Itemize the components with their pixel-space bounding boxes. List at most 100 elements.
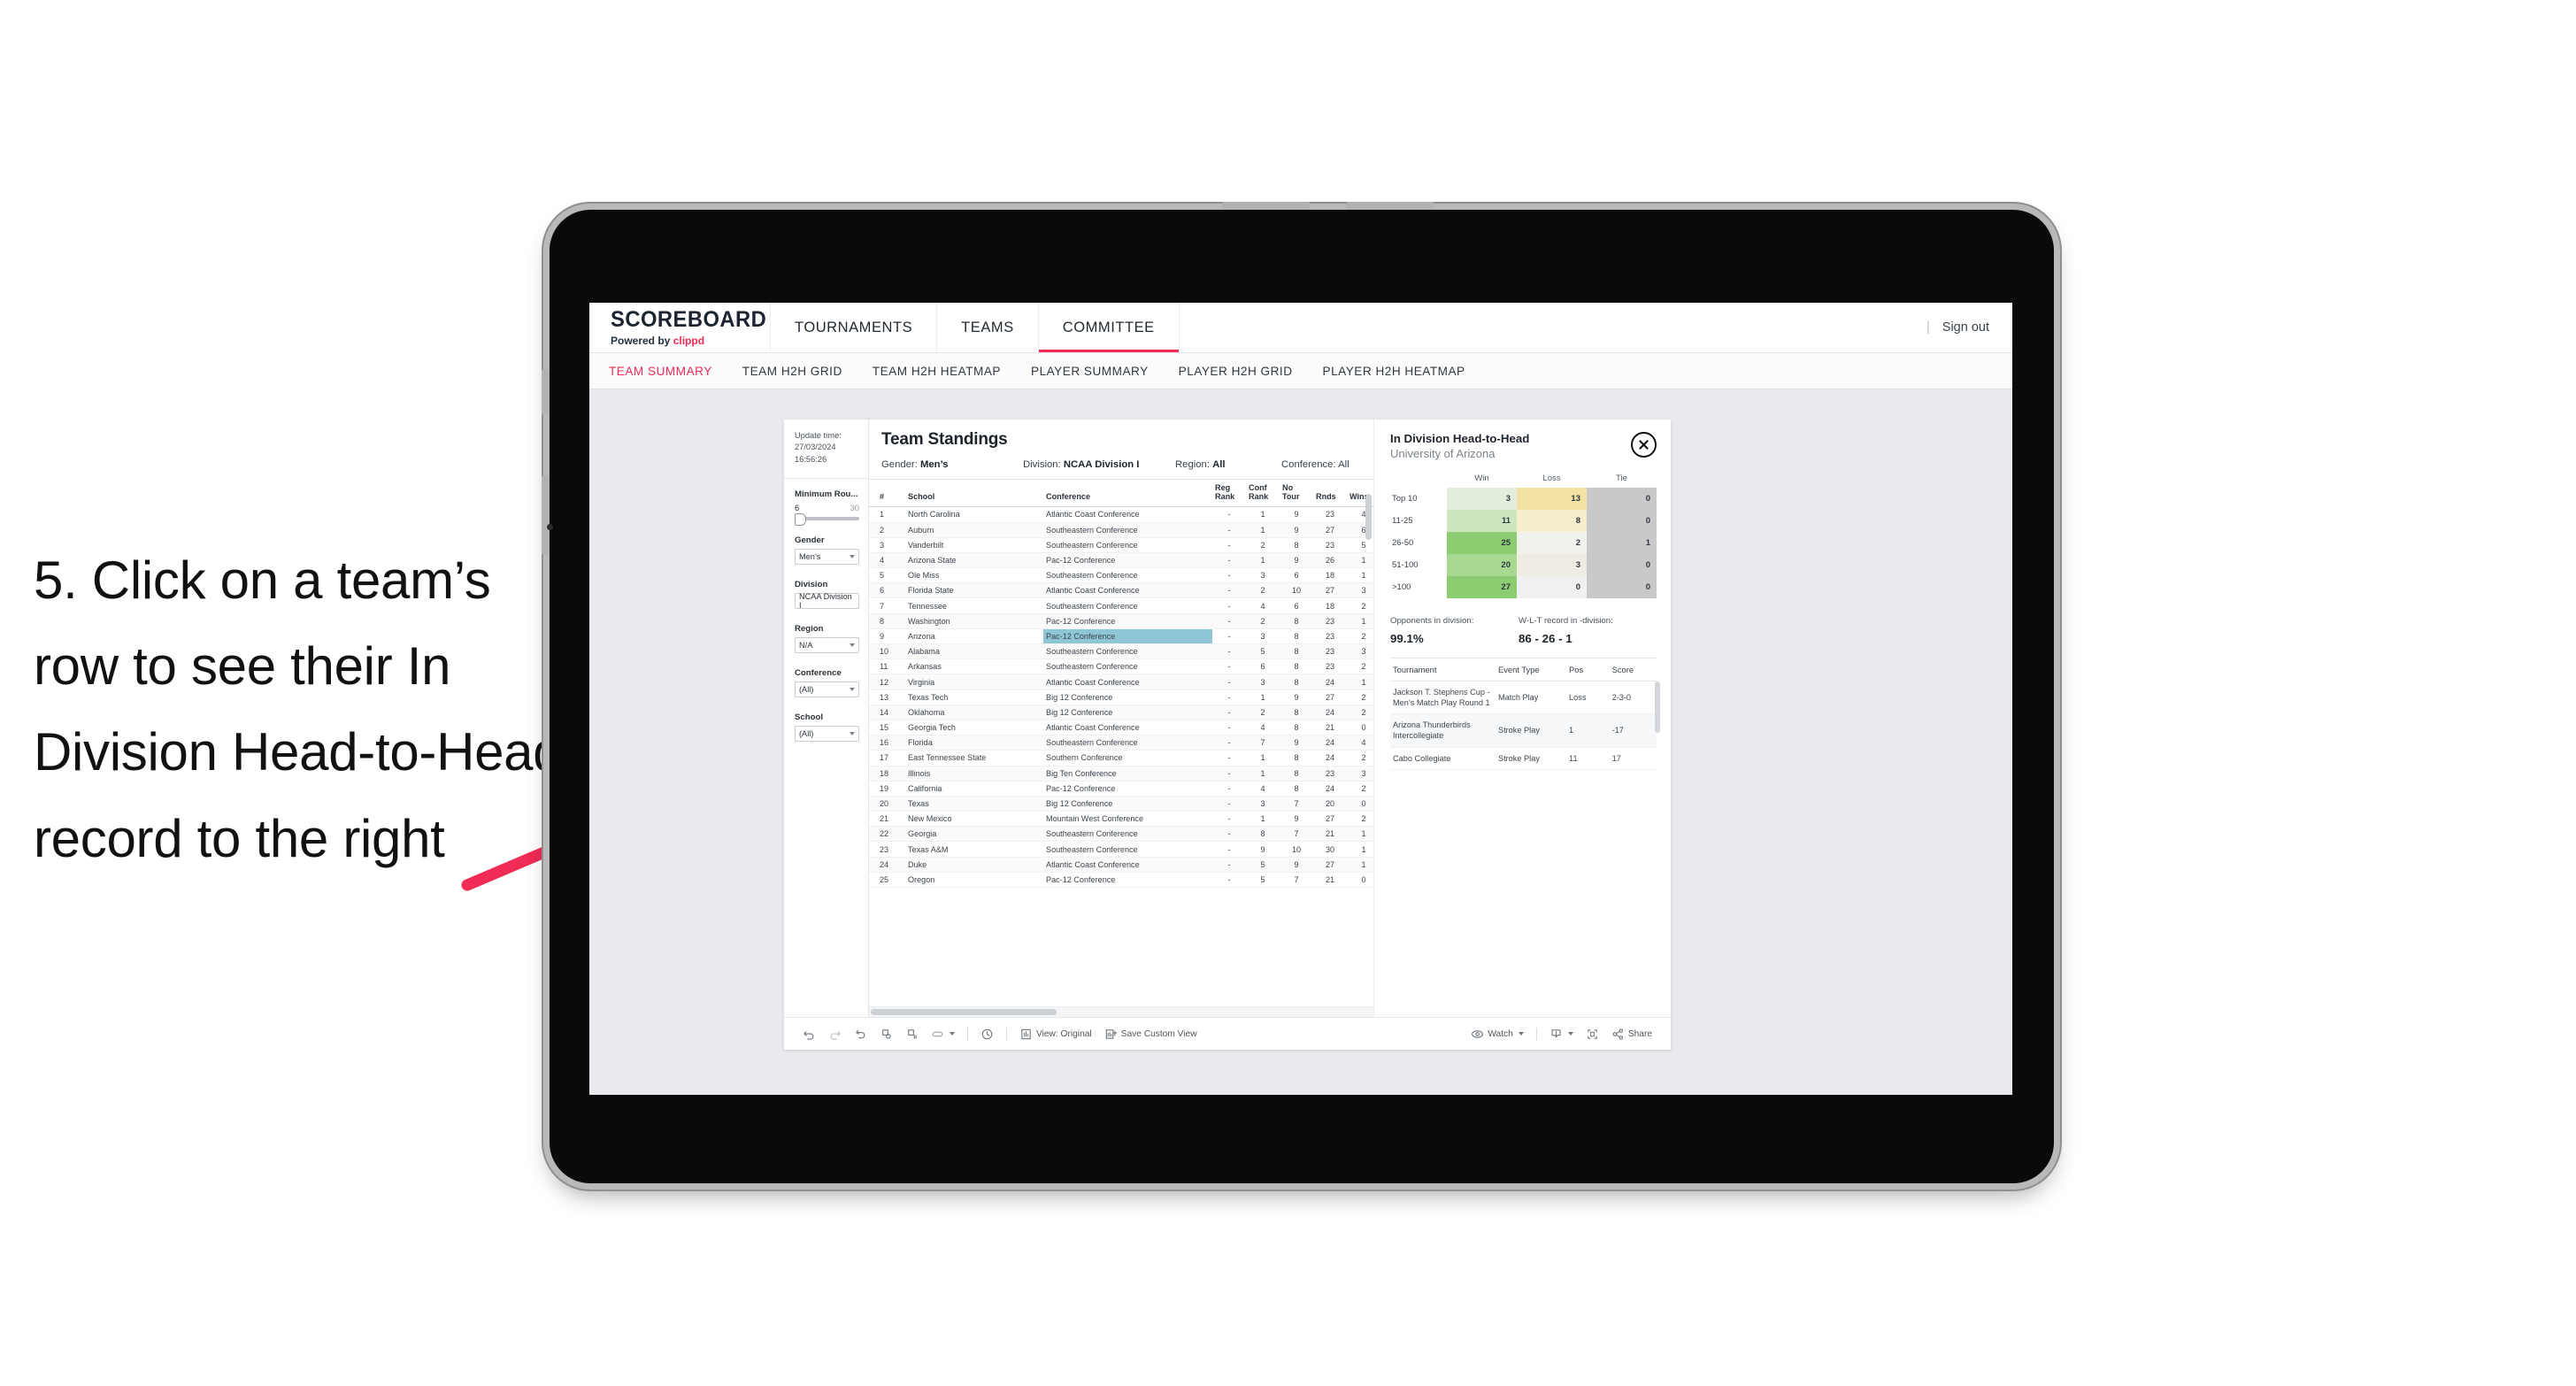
table-row[interactable]: 15 Georgia Tech Atlantic Coast Conference -… bbox=[869, 720, 1373, 736]
gender-select[interactable]: Men’s bbox=[795, 549, 859, 566]
watch-button[interactable]: Watch bbox=[1465, 1022, 1530, 1045]
pause-updates-icon[interactable] bbox=[899, 1022, 925, 1045]
table-row[interactable]: 10 Alabama Southeastern Conference -5 8 23 3 bbox=[869, 643, 1373, 660]
sign-out-link[interactable]: Sign out bbox=[1942, 320, 1989, 335]
table-row[interactable]: 14 Oklahoma Big 12 Conference -2 8 24 2 bbox=[869, 705, 1373, 720]
list-item[interactable]: Arizona Thunderbirds Intercollegiate Stro… bbox=[1390, 713, 1657, 748]
brand-tagline: Powered by clippd bbox=[611, 335, 770, 347]
cell-conference: Atlantic Coast Conference bbox=[1043, 857, 1212, 873]
nav-tab-teams[interactable]: TEAMS bbox=[937, 303, 1039, 352]
cell-school: Arizona State bbox=[905, 552, 1043, 569]
table-row[interactable]: 7 Tennessee Southeastern Conference -4 6 18 2 bbox=[869, 597, 1373, 614]
tournament-table-wrapper: Tournament Event Type Pos Score Jackson … bbox=[1390, 658, 1660, 770]
table-row[interactable]: 18 Illinois Big Ten Conference -1 8 23 3 bbox=[869, 766, 1373, 782]
table-row[interactable]: 4 Arizona State Pac-12 Conference -1 9 26 1 bbox=[869, 552, 1373, 569]
cell-school: Oregon bbox=[905, 872, 1043, 889]
table-row[interactable]: 8 Washington Pac-12 Conference -2 8 23 1 bbox=[869, 613, 1373, 629]
subnav-team-h2h-heatmap[interactable]: TEAM H2H HEATMAP bbox=[873, 365, 1001, 378]
tournament-scrollbar[interactable] bbox=[1655, 681, 1660, 733]
region-select[interactable]: N/A bbox=[795, 637, 859, 654]
subnav-team-h2h-grid[interactable]: TEAM H2H GRID bbox=[742, 365, 842, 378]
table-row[interactable]: 3 Vanderbilt Southeastern Conference -2 8 23 5 bbox=[869, 537, 1373, 553]
table-row[interactable]: 24 Duke Atlantic Coast Conference -5 9 27 1 bbox=[869, 857, 1373, 873]
table-row[interactable]: 11 Arkansas Southeastern Conference -6 8 23 2 bbox=[869, 658, 1373, 675]
cell-school: Washington bbox=[905, 613, 1043, 629]
subnav-player-h2h-heatmap[interactable]: PLAYER H2H HEATMAP bbox=[1323, 365, 1465, 378]
cell-rnds: 21 bbox=[1313, 720, 1347, 736]
meta-region-label: Region: bbox=[1175, 459, 1210, 470]
save-custom-view-button[interactable]: Save Custom View bbox=[1098, 1022, 1203, 1045]
table-row[interactable]: 21 New Mexico Mountain West Conference -1 9 2… bbox=[869, 811, 1373, 828]
revert-icon[interactable] bbox=[848, 1022, 873, 1045]
clock-icon[interactable] bbox=[974, 1022, 1000, 1045]
table-row[interactable]: 1 North Carolina Atlantic Coast Conference… bbox=[869, 506, 1373, 523]
table-row[interactable]: 13 Texas Tech Big 12 Conference -1 9 27 2 bbox=[869, 689, 1373, 705]
col-school[interactable]: School bbox=[905, 480, 1043, 508]
share-button[interactable]: Share bbox=[1605, 1022, 1658, 1045]
standings-horizontal-scrollbar[interactable] bbox=[869, 1006, 1373, 1017]
cell-conference: Mountain West Conference bbox=[1043, 811, 1212, 828]
refresh-data-icon[interactable] bbox=[873, 1022, 899, 1045]
sheet-body: Update time: 27/03/2024 16:56:26 Minimum… bbox=[784, 420, 1671, 1017]
download-icon[interactable] bbox=[1543, 1022, 1580, 1045]
chevron-down-icon[interactable] bbox=[950, 1032, 955, 1036]
heatmap-thead: Win Loss Tie bbox=[1390, 473, 1657, 488]
col-no-tour[interactable]: No Tour bbox=[1280, 480, 1313, 508]
col-conference[interactable]: Conference bbox=[1043, 480, 1212, 508]
list-item[interactable]: Jackson T. Stephens Cup - Men’s Match Pl… bbox=[1390, 681, 1657, 715]
table-row[interactable]: 6 Florida State Atlantic Coast Conference -… bbox=[869, 582, 1373, 599]
shape-icon[interactable] bbox=[925, 1022, 961, 1045]
cell-conf-rank: 3 bbox=[1246, 628, 1280, 645]
table-row[interactable]: 17 East Tennessee State Southern Conferenc… bbox=[869, 750, 1373, 766]
list-item[interactable]: Cabo Collegiate Stroke Play 11 17 bbox=[1390, 747, 1657, 770]
subnav-player-summary[interactable]: PLAYER SUMMARY bbox=[1031, 365, 1149, 378]
table-row[interactable]: 5 Ole Miss Southeastern Conference -3 6 18 1 bbox=[869, 567, 1373, 584]
table-row[interactable]: 20 Texas Big 12 Conference -3 7 20 0 bbox=[869, 796, 1373, 812]
heatmap-row-label: 51-100 bbox=[1390, 554, 1447, 576]
col-reg-rank[interactable]: Reg Rank bbox=[1212, 480, 1246, 508]
table-row[interactable]: 23 Texas A&M Southeastern Conference -9 10 30… bbox=[869, 841, 1373, 858]
division-select[interactable]: NCAA Division I bbox=[795, 592, 859, 610]
cell-wins: 0 bbox=[1347, 720, 1373, 736]
close-icon[interactable] bbox=[1631, 432, 1657, 458]
cell-rank: 15 bbox=[869, 720, 905, 736]
table-row[interactable]: 19 California Pac-12 Conference -4 8 24 2 bbox=[869, 781, 1373, 797]
cell-no-tour: 8 bbox=[1280, 705, 1313, 720]
fullscreen-icon[interactable] bbox=[1580, 1022, 1605, 1045]
nav-tab-committee[interactable]: COMMITTEE bbox=[1038, 303, 1180, 352]
cell-rnds: 24 bbox=[1313, 705, 1347, 720]
scroll-thumb[interactable] bbox=[871, 1009, 1057, 1015]
cell-conference: Pac-12 Conference bbox=[1043, 872, 1212, 889]
nav-tab-tournaments[interactable]: TOURNAMENTS bbox=[771, 303, 938, 352]
col-conf-rank[interactable]: Conf Rank bbox=[1246, 480, 1280, 508]
redo-icon[interactable] bbox=[822, 1022, 848, 1045]
subnav-team-summary[interactable]: TEAM SUMMARY bbox=[609, 365, 712, 378]
slider-handle[interactable] bbox=[795, 513, 806, 527]
subnav-player-h2h-grid[interactable]: PLAYER H2H GRID bbox=[1179, 365, 1293, 378]
col-rnds[interactable]: Rnds bbox=[1313, 480, 1347, 508]
table-row[interactable]: 12 Virginia Atlantic Coast Conference -3 8 24… bbox=[869, 674, 1373, 690]
cell-rank: 23 bbox=[869, 841, 905, 858]
cell-rank: 13 bbox=[869, 689, 905, 705]
team-standings-panel: Team Standings Gender: Men’s Division: N… bbox=[869, 420, 1374, 1017]
cell-reg-rank: - bbox=[1212, 841, 1246, 858]
table-row[interactable]: 16 Florida Southeastern Conference -7 9 24 4 bbox=[869, 735, 1373, 751]
school-select[interactable]: (All) bbox=[795, 726, 859, 743]
view-original-button[interactable]: View: Original bbox=[1013, 1022, 1098, 1045]
cell-rnds: 24 bbox=[1313, 674, 1347, 690]
conference-select[interactable]: (All) bbox=[795, 681, 859, 698]
brand-logo[interactable]: SCOREBOARD Powered by clippd bbox=[589, 303, 771, 352]
chevron-down-icon[interactable] bbox=[1518, 1032, 1524, 1036]
undo-icon[interactable] bbox=[796, 1022, 822, 1045]
chevron-down-icon[interactable] bbox=[1567, 1032, 1573, 1036]
table-row[interactable]: 9 Arizona Pac-12 Conference -3 8 23 2 bbox=[869, 628, 1373, 645]
cell-reg-rank: - bbox=[1212, 705, 1246, 720]
gender-label: Gender bbox=[795, 535, 825, 546]
table-row[interactable]: 2 Auburn Southeastern Conference -1 9 27 6 bbox=[869, 522, 1373, 538]
col-rank[interactable]: # bbox=[869, 480, 905, 508]
table-row[interactable]: 22 Georgia Southeastern Conference -8 7 21 1 bbox=[869, 826, 1373, 843]
cell-wins: 2 bbox=[1347, 705, 1373, 720]
minimum-rounds-slider[interactable] bbox=[795, 513, 859, 527]
table-row[interactable]: 25 Oregon Pac-12 Conference -5 7 21 0 bbox=[869, 872, 1373, 889]
standings-vertical-scrollbar[interactable] bbox=[1365, 494, 1372, 540]
